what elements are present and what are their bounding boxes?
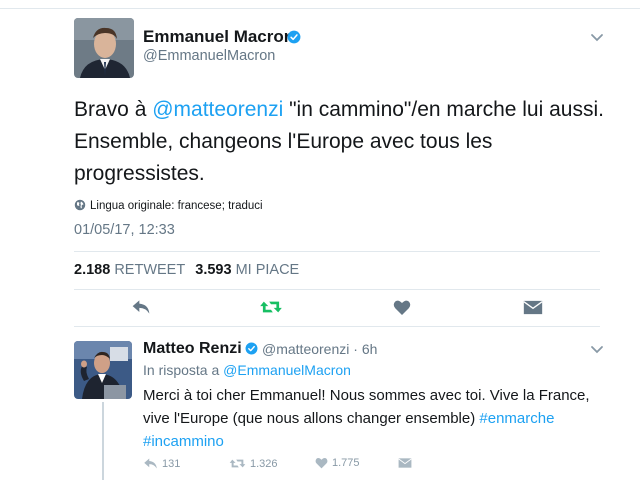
chevron-down-icon[interactable]	[590, 345, 604, 355]
reply-time[interactable]: 6h	[362, 341, 378, 357]
reply-icon[interactable]	[131, 298, 151, 316]
tweet-stats: 2.188 RETWEET 3.593 MI PIACE	[74, 262, 305, 278]
reply-text: Merci à toi cher Emmanuel! Nous sommes a…	[143, 384, 613, 453]
in-reply-to: In risposta a @EmmanuelMacron	[143, 362, 351, 378]
tweet-text-prefix: Bravo à	[74, 98, 153, 121]
tweet-text: Bravo à @matteorenzi "in cammino"/en mar…	[74, 94, 614, 190]
like-action[interactable]: 1.775	[315, 457, 360, 469]
retweet-action[interactable]: 1.326	[229, 457, 278, 470]
mention-link[interactable]: @matteorenzi	[152, 98, 283, 121]
retweet-icon[interactable]	[259, 298, 283, 316]
like-label[interactable]: MI PIACE	[236, 262, 300, 278]
message-icon[interactable]	[523, 299, 543, 316]
language-note[interactable]: Lingua originale: francese; traduci	[74, 199, 263, 212]
reply-retweet-count: 1.326	[250, 458, 278, 470]
thread-line	[102, 402, 104, 480]
message-action[interactable]	[398, 457, 416, 469]
in-reply-prefix: In risposta a	[143, 362, 224, 378]
in-reply-handle[interactable]: @EmmanuelMacron	[223, 362, 351, 378]
hashtag-enmarche[interactable]: #enmarche	[479, 410, 554, 427]
separator: ·	[349, 341, 362, 357]
chevron-down-icon[interactable]	[590, 33, 604, 43]
macron-avatar[interactable]	[74, 18, 134, 78]
divider	[74, 251, 600, 252]
message-icon	[398, 458, 412, 468]
retweet-count[interactable]: 2.188	[74, 262, 110, 278]
top-divider	[0, 8, 640, 9]
renzi-avatar[interactable]	[74, 341, 132, 399]
divider	[74, 326, 600, 327]
verified-icon	[245, 342, 258, 355]
divider	[74, 289, 600, 290]
like-count[interactable]: 3.593	[195, 262, 231, 278]
author-name[interactable]: Emmanuel Macron	[143, 27, 294, 47]
retweet-icon	[229, 459, 246, 468]
reply-icon	[144, 458, 157, 469]
heart-icon[interactable]	[393, 299, 411, 316]
reply-count: 131	[162, 458, 181, 470]
retweet-label[interactable]: RETWEET	[114, 262, 185, 278]
author-handle[interactable]: @EmmanuelMacron	[143, 48, 275, 64]
globe-icon	[74, 199, 86, 211]
reply-author-handle[interactable]: @matteorenzi	[262, 341, 349, 357]
reply-action[interactable]: 131	[143, 457, 180, 470]
reply-meta: @matteorenzi · 6h	[262, 341, 377, 357]
reply-like-count: 1.775	[332, 457, 360, 469]
hashtag-incammino[interactable]: #incammino	[143, 433, 224, 450]
language-note-text: Lingua originale: francese; traduci	[90, 200, 263, 212]
heart-icon	[315, 458, 328, 469]
tweet-timestamp[interactable]: 01/05/17, 12:33	[74, 222, 175, 238]
reply-author-name[interactable]: Matteo Renzi	[143, 340, 242, 358]
verified-icon	[287, 30, 301, 44]
